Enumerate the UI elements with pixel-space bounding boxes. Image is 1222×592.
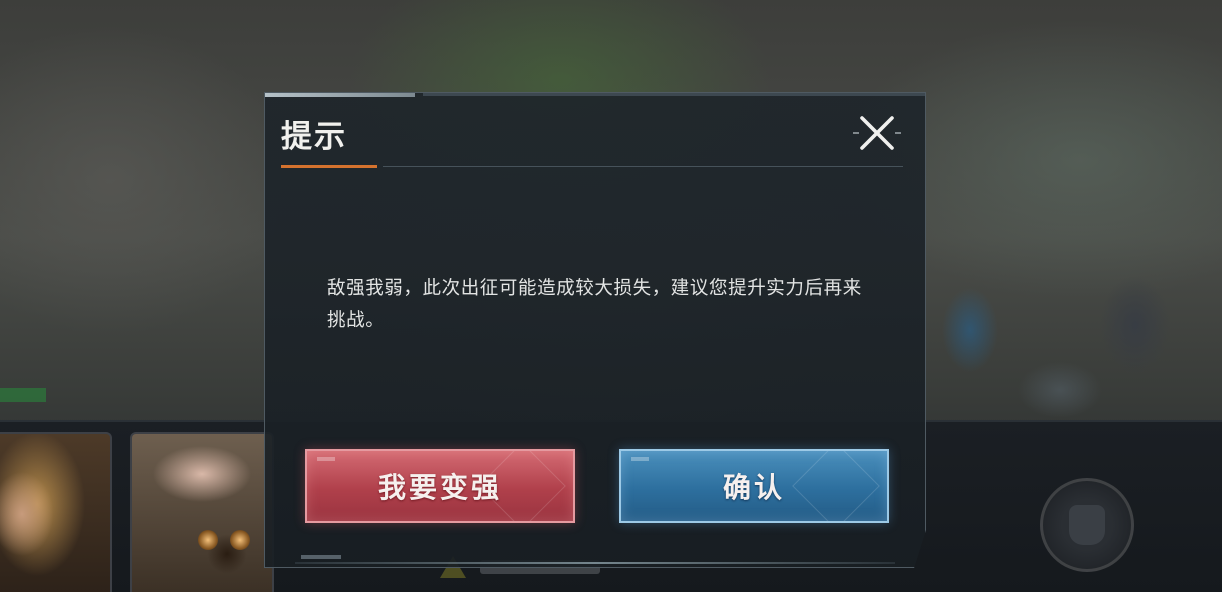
close-x-icon <box>853 116 901 150</box>
background-portrait-eye <box>198 530 218 550</box>
background-round-icon <box>1040 478 1134 572</box>
confirm-button[interactable]: 确认 <box>619 449 889 523</box>
background-portrait-eye <box>230 530 250 550</box>
button-corner-tag <box>631 457 649 461</box>
become-stronger-label: 我要变强 <box>377 471 502 504</box>
alert-dialog: 提示 敌强我弱，此次出征可能造成较大损失，建议您提升实力后再来挑战。 我要变强 … <box>264 92 926 568</box>
dialog-message: 敌强我弱，此次出征可能造成较大损失，建议您提升实力后再来挑战。 <box>327 278 862 331</box>
dialog-bottom-tick <box>301 555 341 559</box>
title-divider <box>383 166 903 167</box>
dialog-top-line <box>423 93 925 96</box>
close-button[interactable] <box>853 111 901 155</box>
background-characters <box>930 250 1210 420</box>
title-accent-bar <box>281 165 377 168</box>
dialog-bottom-line <box>295 562 895 564</box>
button-corner-tag <box>317 457 335 461</box>
game-scene: 提示 敌强我弱，此次出征可能造成较大损失，建议您提升实力后再来挑战。 我要变强 … <box>0 0 1222 592</box>
background-hero-portrait <box>130 432 274 592</box>
become-stronger-button[interactable]: 我要变强 <box>305 449 575 523</box>
button-diamond-decoration <box>792 451 880 521</box>
dialog-top-accent <box>265 93 415 97</box>
confirm-label: 确认 <box>722 471 785 504</box>
background-health-bar <box>0 388 46 402</box>
background-hero-portrait <box>0 432 112 592</box>
dialog-title: 提示 <box>281 119 347 155</box>
